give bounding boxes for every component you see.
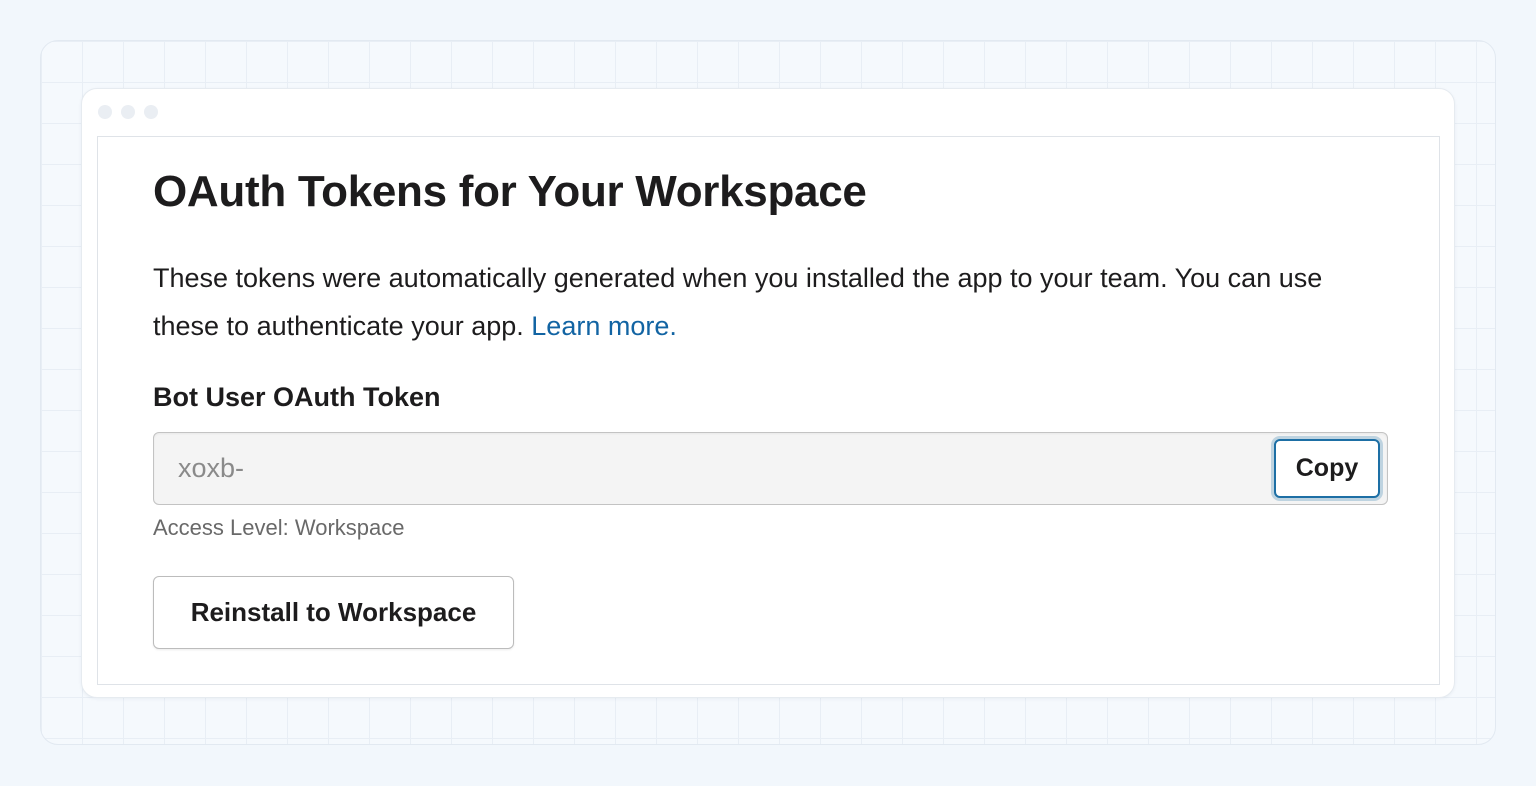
window-dot-icon <box>121 105 135 119</box>
copy-token-button[interactable]: Copy <box>1274 439 1380 498</box>
page-title: OAuth Tokens for Your Workspace <box>153 167 867 216</box>
window-controls <box>98 105 158 119</box>
window-dot-icon <box>144 105 158 119</box>
learn-more-link[interactable]: Learn more. <box>531 311 677 341</box>
bot-token-label: Bot User OAuth Token <box>153 382 441 412</box>
reinstall-to-workspace-button[interactable]: Reinstall to Workspace <box>153 576 514 649</box>
window-dot-icon <box>98 105 112 119</box>
oauth-tokens-panel: OAuth Tokens for Your Workspace These to… <box>97 136 1440 685</box>
description-text: These tokens were automatically generate… <box>153 263 1323 341</box>
page-description: These tokens were automatically generate… <box>153 254 1383 350</box>
bot-token-field: Copy <box>153 432 1388 505</box>
bot-token-input[interactable] <box>154 433 1264 504</box>
app-window: OAuth Tokens for Your Workspace These to… <box>81 88 1455 698</box>
access-level-text: Access Level: Workspace <box>153 515 405 540</box>
